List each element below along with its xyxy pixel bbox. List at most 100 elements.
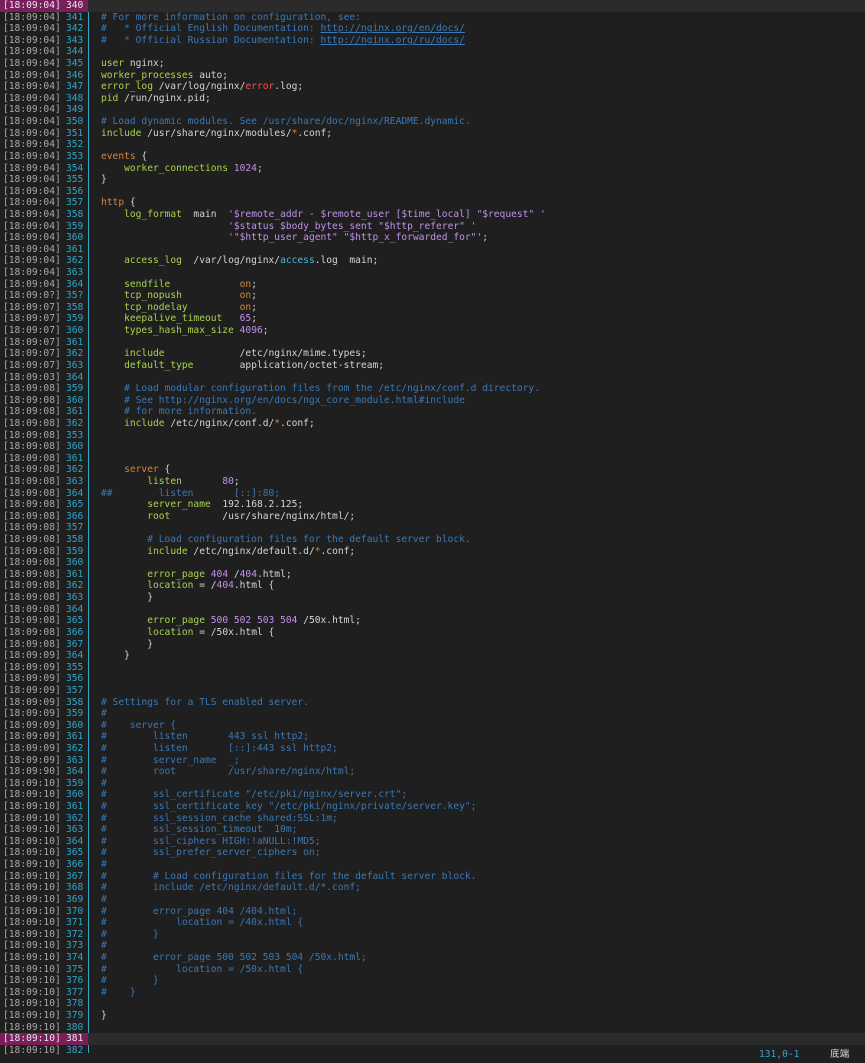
code-line[interactable]: [18:09:90] 364 # root /usr/share/nginx/htm… — [0, 766, 865, 778]
code-line[interactable]: [18:09:07] 358 tcp_nodelay on; — [0, 302, 865, 314]
code-line[interactable]: [18:09:04] 358 log_format main '$remote_a… — [0, 209, 865, 221]
code-text[interactable]: # ssl_ciphers HIGH:!aNULL:!MD5; — [101, 836, 321, 848]
code-text[interactable]: # # Load configuration files for the def… — [101, 871, 476, 883]
code-line[interactable]: [18:09:07] 362 include /etc/nginx/mime.ty… — [0, 348, 865, 360]
code-text[interactable]: tcp_nopush on; — [101, 290, 257, 302]
code-text[interactable]: # root /usr/share/nginx/html; — [101, 766, 355, 778]
code-text[interactable]: # Load configuration files for the defau… — [101, 534, 470, 546]
code-line[interactable]: [18:09:08] 365 server_name 192.168.2.125; — [0, 499, 865, 511]
code-line[interactable]: [18:09:08] 367 } — [0, 639, 865, 651]
code-text[interactable]: # } — [101, 975, 159, 987]
code-text[interactable]: keepalive_timeout 65; — [101, 313, 257, 325]
code-line[interactable]: [18:09:09] 360 # server { — [0, 720, 865, 732]
code-line[interactable]: [18:09:09] 361 # listen 443 ssl http2; — [0, 731, 865, 743]
code-text[interactable]: } — [101, 174, 107, 186]
code-line[interactable]: [18:09:10] 373 # — [0, 940, 865, 952]
code-text[interactable]: location = /50x.html { — [101, 627, 274, 639]
code-text[interactable]: log_format main '$remote_addr - $remote_… — [101, 209, 546, 221]
code-line[interactable]: [18:09:10] 367 # # Load configuration file… — [0, 871, 865, 883]
code-line[interactable]: [18:09:08] 361 error_page 404 /404.html; — [0, 569, 865, 581]
code-line[interactable]: [18:09:07] 363 default_type application/o… — [0, 360, 865, 372]
code-line[interactable]: [18:09:09] 364 } — [0, 650, 865, 662]
code-text[interactable]: } — [101, 639, 153, 651]
code-line[interactable]: [18:09:10] 375 # location = /50x.html { — [0, 964, 865, 976]
code-line[interactable]: [18:09:04] 346 worker_processes auto; — [0, 70, 865, 82]
code-line[interactable]: [18:09:07] 360 types_hash_max_size 4096; — [0, 325, 865, 337]
code-line[interactable]: [18:09:04] 353 events { — [0, 151, 865, 163]
code-line[interactable]: [18:09:04] 351 include /usr/share/nginx/mo… — [0, 128, 865, 140]
code-line[interactable]: [18:09:10] 364 # ssl_ciphers HIGH:!aNULL:!… — [0, 836, 865, 848]
code-line[interactable]: [18:09:04] 350 # Load dynamic modules. See… — [0, 116, 865, 128]
code-line[interactable]: [18:09:04] 360 '"$http_user_agent" "$http… — [0, 232, 865, 244]
code-text[interactable]: # ssl_certificate "/etc/pki/nginx/server… — [101, 789, 407, 801]
code-text[interactable]: # — [101, 708, 107, 720]
code-line[interactable]: [18:09:09] 357 — [0, 685, 865, 697]
code-text[interactable]: server { — [101, 464, 170, 476]
code-line[interactable]: [18:09:03] 364 — [0, 372, 865, 384]
code-text[interactable]: # location = /50x.html { — [101, 964, 303, 976]
code-text[interactable]: # Load dynamic modules. See /usr/share/d… — [101, 116, 471, 128]
code-text[interactable]: # — [101, 894, 107, 906]
code-text[interactable]: } — [101, 1010, 107, 1022]
code-line[interactable]: [18:09:04] 341 # For more information on c… — [0, 12, 865, 24]
code-text[interactable]: pid /run/nginx.pid; — [101, 93, 211, 105]
code-line[interactable]: [18:09:08] 360 — [0, 557, 865, 569]
code-text[interactable]: '$status $body_bytes_sent "$http_referer… — [101, 221, 476, 233]
code-line[interactable]: [18:09:10] 366 # — [0, 859, 865, 871]
terminal-window[interactable]: [18:09:04] 340 [18:09:04] 341 # For more inf… — [0, 0, 865, 1063]
code-line[interactable]: [18:09:10] 369 # — [0, 894, 865, 906]
code-line[interactable]: [18:09:04] 347 error_log /var/log/nginx/er… — [0, 81, 865, 93]
code-line[interactable]: [18:09:08] 361 — [0, 453, 865, 465]
code-line[interactable]: [18:09:10] 371 # location = /40x.html { — [0, 917, 865, 929]
code-line[interactable]: [18:09:04] 342 # * Official English Docume… — [0, 23, 865, 35]
code-line[interactable]: [18:09:04] 359 '$status $body_bytes_sent … — [0, 221, 865, 233]
code-line[interactable]: [18:09:08] 362 location = /404.html { — [0, 580, 865, 592]
code-line[interactable]: [18:09:04] 343 # * Official Russian Docume… — [0, 35, 865, 47]
code-line[interactable]: [18:09:08] 360 — [0, 441, 865, 453]
code-line[interactable]: [18:09:10] 370 # error_page 404 /404.html; — [0, 906, 865, 918]
code-line[interactable]: [18:09:10] 359 # — [0, 778, 865, 790]
code-text[interactable]: # error_page 404 /404.html; — [101, 906, 297, 918]
code-text[interactable]: worker_processes auto; — [101, 70, 228, 82]
code-text[interactable]: types_hash_max_size 4096; — [101, 325, 268, 337]
code-text[interactable]: listen 80; — [101, 476, 239, 488]
code-line[interactable]: [18:09:08] 364 — [0, 604, 865, 616]
code-line[interactable]: [18:09:08] 359 include /etc/nginx/default… — [0, 546, 865, 558]
code-text[interactable]: access_log /var/log/nginx/access.log mai… — [101, 255, 378, 267]
code-text[interactable]: # include /etc/nginx/default.d/*.conf; — [101, 882, 361, 894]
code-line[interactable]: [18:09:10] 381 — [0, 1033, 865, 1045]
code-text[interactable]: # for more information. — [101, 406, 257, 418]
code-text[interactable]: location = /404.html { — [101, 580, 274, 592]
code-text[interactable]: events { — [101, 151, 147, 163]
code-text[interactable]: error_page 404 /404.html; — [101, 569, 291, 581]
code-line[interactable]: [18:09:10] 365 # ssl_prefer_server_ciphers… — [0, 847, 865, 859]
code-line[interactable]: [18:09:10] 378 — [0, 998, 865, 1010]
code-text[interactable]: sendfile on; — [101, 279, 257, 291]
code-line[interactable]: [18:09:10] 360 # ssl_certificate "/etc/pki… — [0, 789, 865, 801]
code-text[interactable]: # } — [101, 987, 136, 999]
code-text[interactable]: root /usr/share/nginx/html/; — [101, 511, 355, 523]
code-line[interactable]: [18:09:08] 359 # Load modular configurati… — [0, 383, 865, 395]
code-text[interactable]: error_log /var/log/nginx/error.log; — [101, 81, 303, 93]
code-line[interactable]: [18:09:10] 380 — [0, 1022, 865, 1034]
code-line[interactable]: [18:09:08] 365 error_page 500 502 503 504… — [0, 615, 865, 627]
code-lines[interactable]: [18:09:04] 340 [18:09:04] 341 # For more inf… — [0, 0, 865, 1056]
code-text[interactable]: # location = /40x.html { — [101, 917, 303, 929]
code-text[interactable]: worker_connections 1024; — [101, 163, 263, 175]
code-line[interactable]: [18:09:08] 362 include /etc/nginx/conf.d/… — [0, 418, 865, 430]
code-text[interactable]: include /etc/nginx/default.d/*.conf; — [101, 546, 355, 558]
code-line[interactable]: [18:09:10] 377 # } — [0, 987, 865, 999]
code-text[interactable]: } — [101, 650, 130, 662]
code-line[interactable]: [18:09:08] 357 — [0, 522, 865, 534]
code-line[interactable]: [18:09:0?] 35? tcp_nopush on; — [0, 290, 865, 302]
code-text[interactable]: # ssl_session_timeout 10m; — [101, 824, 297, 836]
code-line[interactable]: [18:09:07] 361 — [0, 337, 865, 349]
code-line[interactable]: [18:09:04] 356 — [0, 186, 865, 198]
code-line[interactable]: [18:09:08] 362 server { — [0, 464, 865, 476]
code-line[interactable]: [18:09:04] 349 — [0, 104, 865, 116]
code-text[interactable]: # — [101, 859, 107, 871]
code-line[interactable]: [18:09:08] 363 } — [0, 592, 865, 604]
code-line[interactable]: [18:09:04] 362 access_log /var/log/nginx/… — [0, 255, 865, 267]
code-text[interactable]: # * Official English Documentation: http… — [101, 23, 465, 35]
code-line[interactable]: [18:09:04] 344 — [0, 46, 865, 58]
